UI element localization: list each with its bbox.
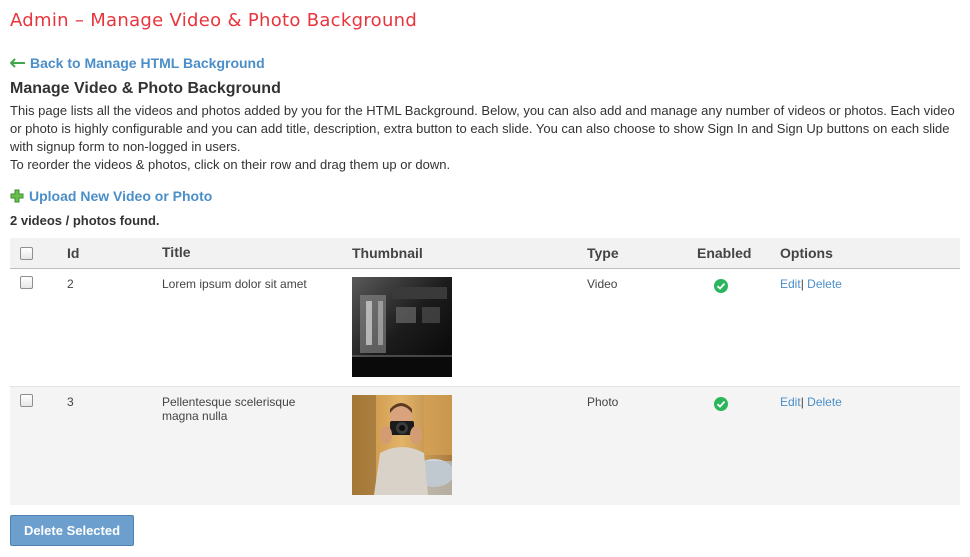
row-type: Photo bbox=[587, 395, 619, 409]
row-checkbox[interactable] bbox=[20, 276, 33, 289]
enabled-check-icon[interactable] bbox=[714, 397, 728, 411]
row-options: Edit| Delete bbox=[780, 277, 842, 291]
train-video-thumbnail bbox=[352, 277, 452, 377]
edit-link[interactable]: Edit bbox=[780, 277, 801, 291]
page-description: This page lists all the videos and photo… bbox=[10, 102, 955, 174]
row-title: Pellentesque scelerisque magna nulla bbox=[162, 395, 296, 423]
back-link[interactable]: Back to Manage HTML Background bbox=[10, 55, 265, 71]
photographer-photo-thumbnail bbox=[352, 395, 452, 495]
page-title: Admin – Manage Video & Photo Background bbox=[10, 10, 418, 31]
delete-selected-button[interactable]: Delete Selected bbox=[10, 515, 134, 546]
delete-link[interactable]: Delete bbox=[807, 277, 842, 291]
row-id: 3 bbox=[67, 395, 74, 409]
row-checkbox[interactable] bbox=[20, 394, 33, 407]
delete-link[interactable]: Delete bbox=[807, 395, 842, 409]
column-header-thumbnail: Thumbnail bbox=[352, 245, 423, 261]
column-header-enabled: Enabled bbox=[697, 245, 752, 261]
arrow-left-icon bbox=[10, 58, 25, 68]
row-type: Video bbox=[587, 277, 618, 291]
upload-link[interactable]: Upload New Video or Photo bbox=[10, 188, 212, 204]
column-header-id: Id bbox=[67, 245, 80, 261]
enabled-check-icon[interactable] bbox=[714, 279, 728, 293]
column-header-type: Type bbox=[587, 245, 619, 261]
plus-icon bbox=[10, 189, 24, 203]
options-separator: | bbox=[800, 277, 804, 291]
description-text: This page lists all the videos and photo… bbox=[10, 103, 955, 154]
media-table: Id Title Thumbnail Type Enabled Options … bbox=[10, 238, 960, 505]
select-all-checkbox[interactable] bbox=[20, 247, 33, 260]
table-row[interactable]: 3 Pellentesque scelerisque magna nulla P… bbox=[10, 387, 960, 505]
reorder-hint: To reorder the videos & photos, click on… bbox=[10, 157, 451, 172]
options-separator: | bbox=[800, 395, 804, 409]
table-row[interactable]: 2 Lorem ipsum dolor sit amet Video Edit|… bbox=[10, 269, 960, 387]
section-title: Manage Video & Photo Background bbox=[10, 80, 281, 97]
edit-link[interactable]: Edit bbox=[780, 395, 801, 409]
column-header-options: Options bbox=[780, 245, 833, 261]
table-header: Id Title Thumbnail Type Enabled Options bbox=[10, 238, 960, 269]
column-header-title: Title bbox=[162, 244, 191, 260]
row-id: 2 bbox=[67, 277, 74, 291]
upload-link-label: Upload New Video or Photo bbox=[29, 188, 213, 204]
row-title: Lorem ipsum dolor sit amet bbox=[162, 277, 307, 291]
results-count: 2 videos / photos found. bbox=[10, 213, 160, 228]
back-link-label: Back to Manage HTML Background bbox=[30, 55, 265, 71]
row-options: Edit| Delete bbox=[780, 395, 842, 409]
